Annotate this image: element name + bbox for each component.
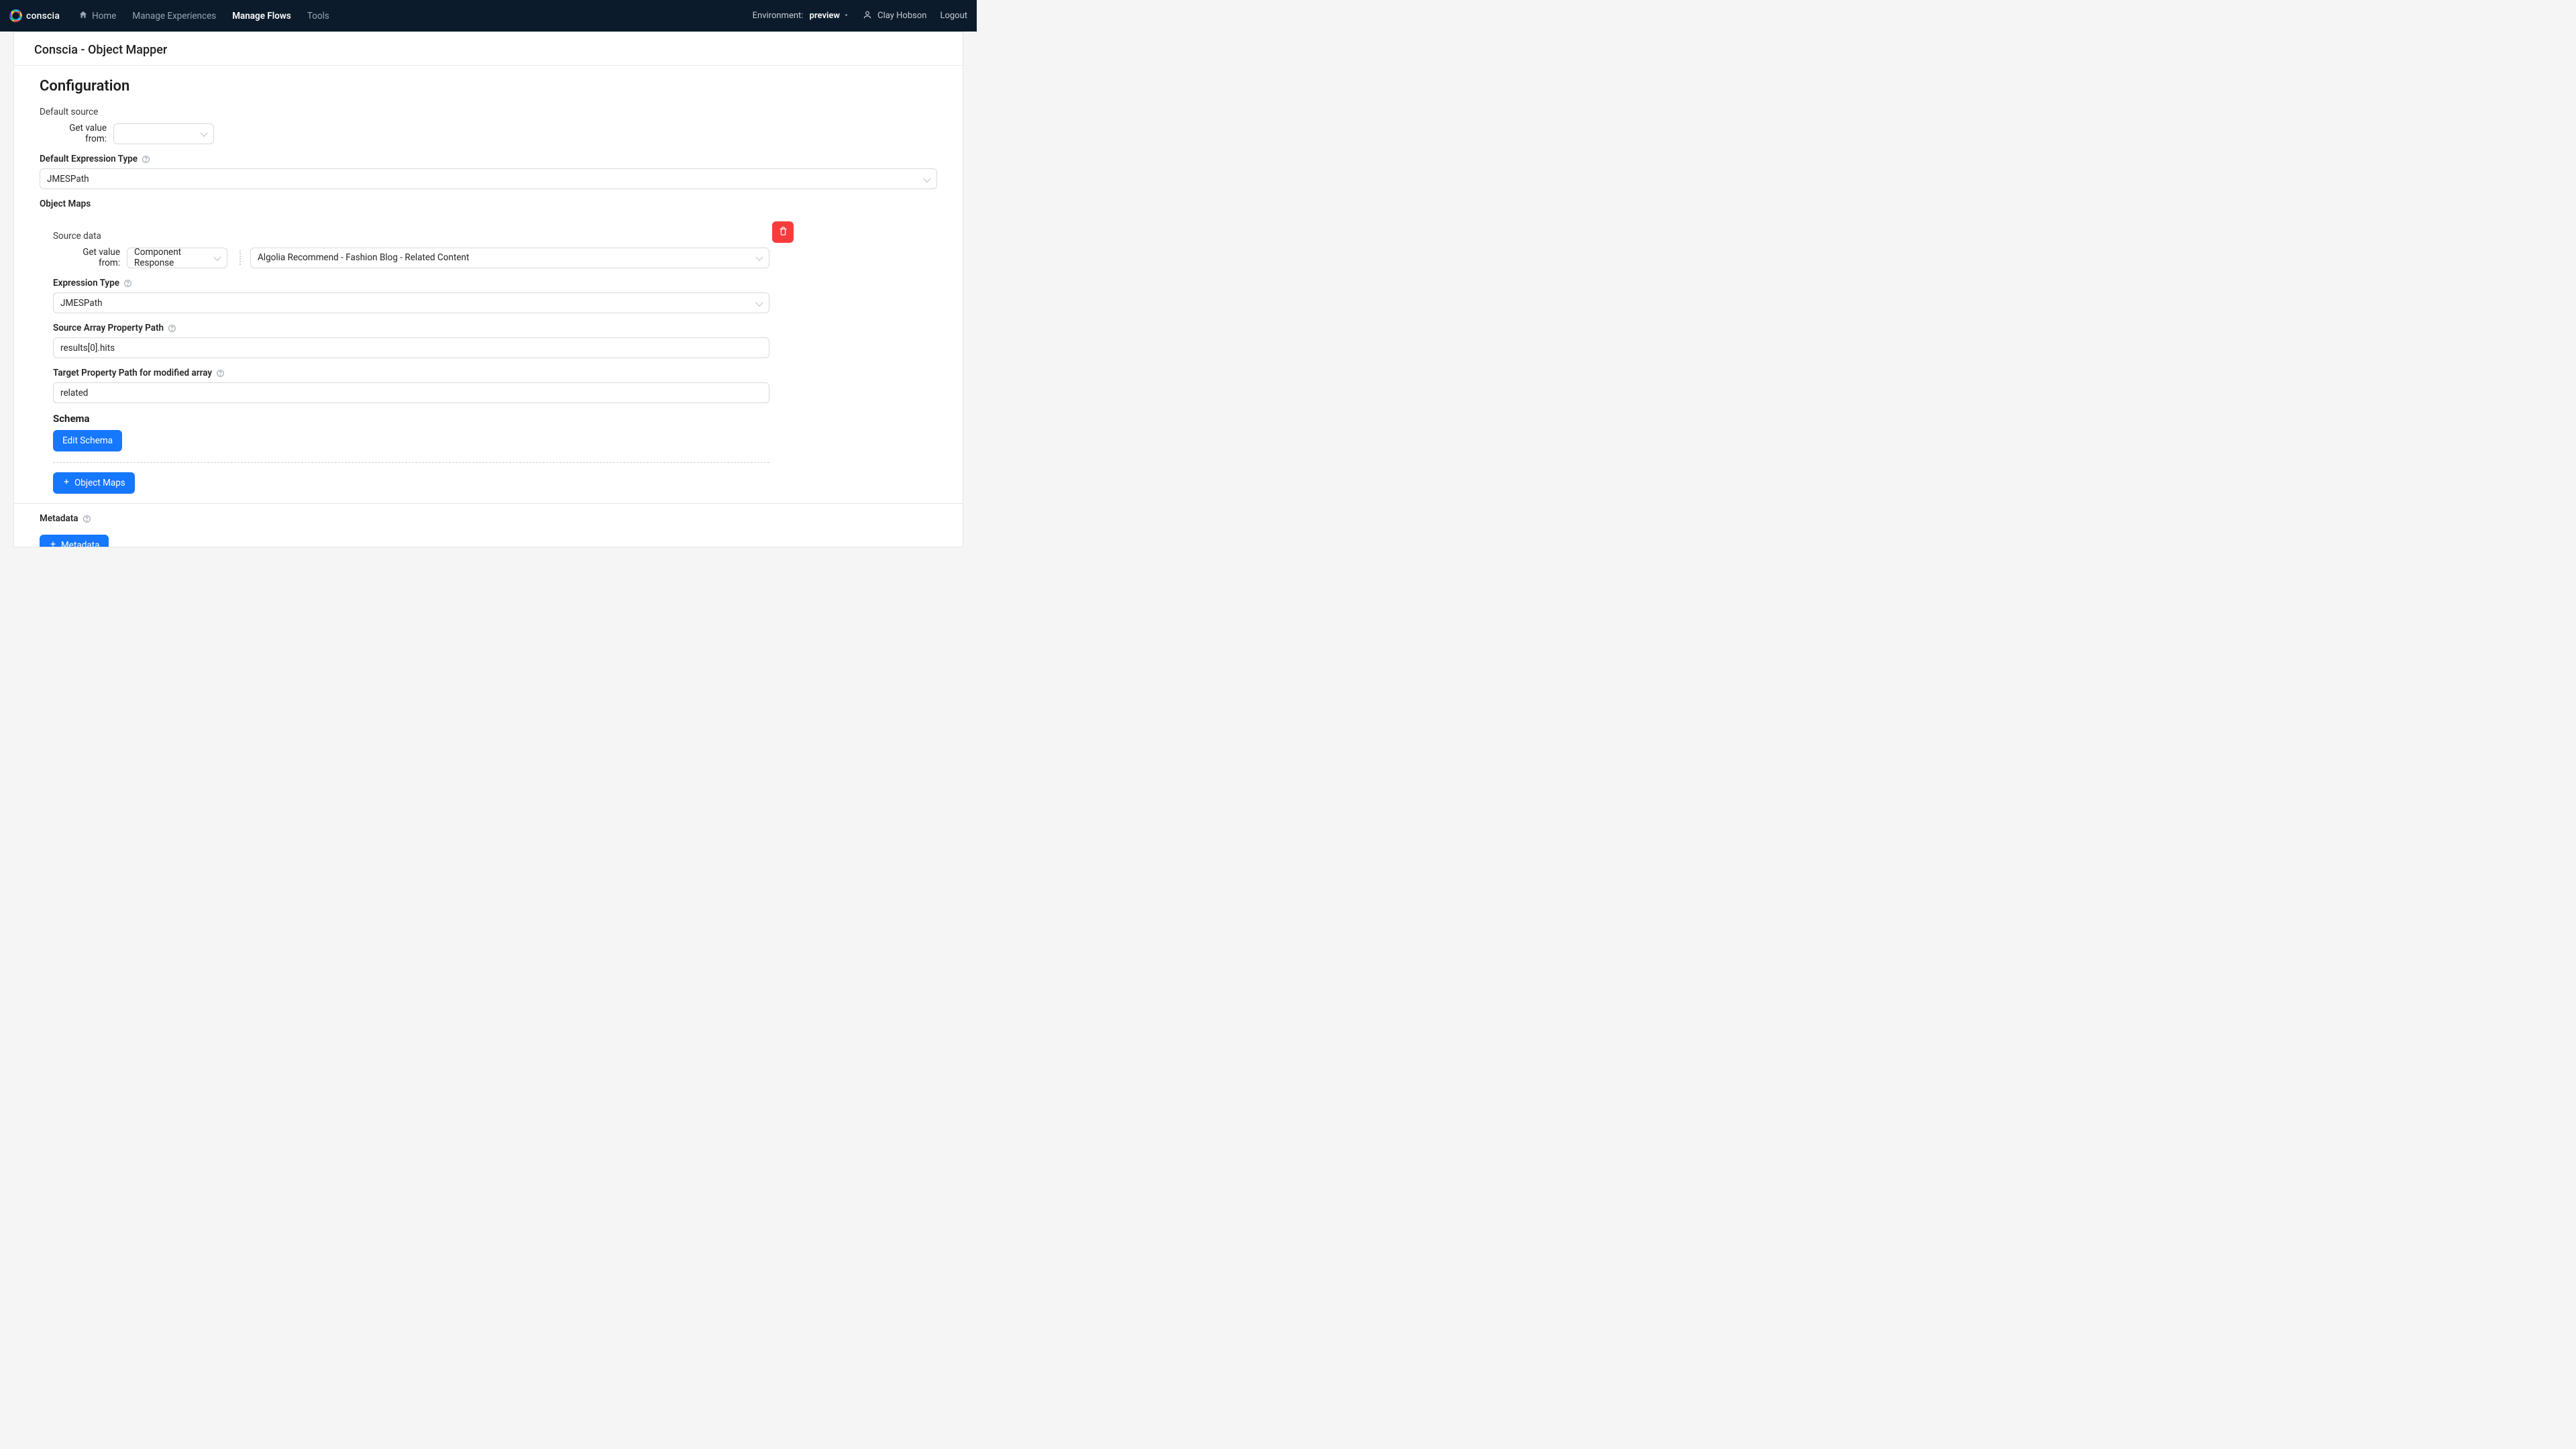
nav-home[interactable]: Home: [78, 10, 116, 22]
metadata-section: Metadata Metadata: [14, 513, 963, 547]
drag-handle-icon[interactable]: [237, 250, 244, 265]
environment-label: Environment:: [753, 11, 804, 21]
help-icon[interactable]: [216, 369, 225, 378]
page-title: Conscia - Object Mapper: [34, 43, 943, 57]
add-object-maps-button[interactable]: Object Maps: [53, 472, 135, 494]
logout-link[interactable]: Logout: [940, 11, 967, 21]
brand[interactable]: conscia: [9, 9, 60, 22]
divider: [14, 503, 963, 504]
home-icon: [78, 10, 88, 22]
default-source-field: Default source Get value from:: [40, 107, 937, 144]
default-expression-type-label-text: Default Expression Type: [40, 154, 138, 164]
edit-schema-button[interactable]: Edit Schema: [53, 430, 122, 451]
page-card: Conscia - Object Mapper Configuration De…: [13, 32, 963, 547]
source-array-path-label: Source Array Property Path: [53, 323, 769, 333]
source-get-value-from-label: Get value from:: [53, 247, 120, 268]
source-array-path-label-text: Source Array Property Path: [53, 323, 164, 333]
target-path-label: Target Property Path for modified array: [53, 368, 769, 378]
nav-manage-flows-label: Manage Flows: [232, 11, 291, 21]
default-expression-type-select[interactable]: JMESPath: [40, 168, 937, 189]
default-expression-type-field: Default Expression Type JMESPath: [40, 154, 937, 189]
nav-manage-flows[interactable]: Manage Flows: [232, 11, 291, 21]
default-expression-type-value: JMESPath: [47, 174, 89, 184]
page-header: Conscia - Object Mapper: [14, 32, 963, 66]
component-select[interactable]: Algolia Recommend - Fashion Blog - Relat…: [250, 248, 769, 268]
expression-type-label-text: Expression Type: [53, 278, 119, 288]
trash-icon: [778, 226, 788, 239]
default-source-select[interactable]: [113, 123, 214, 144]
plus-icon: [49, 540, 57, 547]
plus-icon: [62, 478, 70, 488]
metadata-label-text: Metadata: [40, 513, 78, 524]
source-array-path-input[interactable]: [53, 337, 769, 358]
user-icon: [863, 10, 872, 22]
add-metadata-button[interactable]: Metadata: [40, 535, 109, 547]
nav-home-label: Home: [92, 11, 116, 21]
get-value-from-label: Get value from:: [40, 123, 107, 144]
nav-tools-label: Tools: [307, 11, 329, 21]
dashed-divider: [53, 462, 769, 463]
nav-manage-experiences[interactable]: Manage Experiences: [132, 11, 216, 21]
source-type-select[interactable]: Component Response: [127, 248, 227, 268]
default-source-label: Default source: [40, 107, 937, 117]
source-type-value: Component Response: [134, 247, 211, 268]
add-object-maps-label: Object Maps: [74, 478, 125, 488]
target-path-input[interactable]: [53, 382, 769, 403]
edit-schema-button-label: Edit Schema: [62, 435, 113, 446]
target-path-field: Target Property Path for modified array: [53, 368, 769, 403]
help-icon[interactable]: [83, 515, 91, 523]
help-icon[interactable]: [123, 279, 132, 288]
user-name: Clay Hobson: [877, 11, 926, 21]
chevron-down-icon: [843, 11, 849, 21]
configuration-section: Configuration Default source Get value f…: [14, 66, 963, 504]
source-array-path-input-el[interactable]: [60, 343, 753, 354]
expression-type-value: JMESPath: [60, 298, 103, 309]
add-metadata-label: Metadata: [61, 540, 99, 547]
schema-label: Schema: [53, 413, 769, 425]
top-nav: conscia Home Manage Experiences Manage F…: [0, 0, 977, 32]
object-maps-label: Object Maps: [40, 199, 937, 209]
nav-links: Home Manage Experiences Manage Flows Too…: [78, 10, 329, 22]
user-menu[interactable]: Clay Hobson: [863, 10, 926, 22]
environment-selector[interactable]: Environment: preview: [753, 11, 850, 21]
target-path-label-text: Target Property Path for modified array: [53, 368, 212, 378]
default-expression-type-label: Default Expression Type: [40, 154, 937, 164]
delete-object-map-button[interactable]: [772, 221, 794, 243]
logout-label: Logout: [940, 11, 967, 21]
section-title: Configuration: [40, 78, 937, 95]
expression-type-select[interactable]: JMESPath: [53, 292, 769, 313]
expression-type-label: Expression Type: [53, 278, 769, 288]
source-data-label: Source data: [53, 231, 769, 241]
nav-manage-experiences-label: Manage Experiences: [132, 11, 216, 21]
source-data-field: Source data Get value from: Component Re…: [53, 231, 769, 268]
help-icon[interactable]: [168, 324, 176, 333]
brand-name: conscia: [26, 11, 60, 21]
metadata-label: Metadata: [40, 513, 937, 524]
environment-value: preview: [810, 11, 840, 21]
brand-logo-icon: [9, 9, 22, 22]
expression-type-field: Expression Type JMESPath: [53, 278, 769, 313]
nav-tools[interactable]: Tools: [307, 11, 329, 21]
help-icon[interactable]: [142, 155, 150, 164]
source-array-path-field: Source Array Property Path: [53, 323, 769, 358]
schema-field: Schema Edit Schema: [53, 413, 769, 451]
target-path-input-el[interactable]: [60, 388, 753, 398]
object-map-item: Source data Get value from: Component Re…: [53, 216, 769, 463]
component-select-value: Algolia Recommend - Fashion Blog - Relat…: [258, 252, 469, 263]
